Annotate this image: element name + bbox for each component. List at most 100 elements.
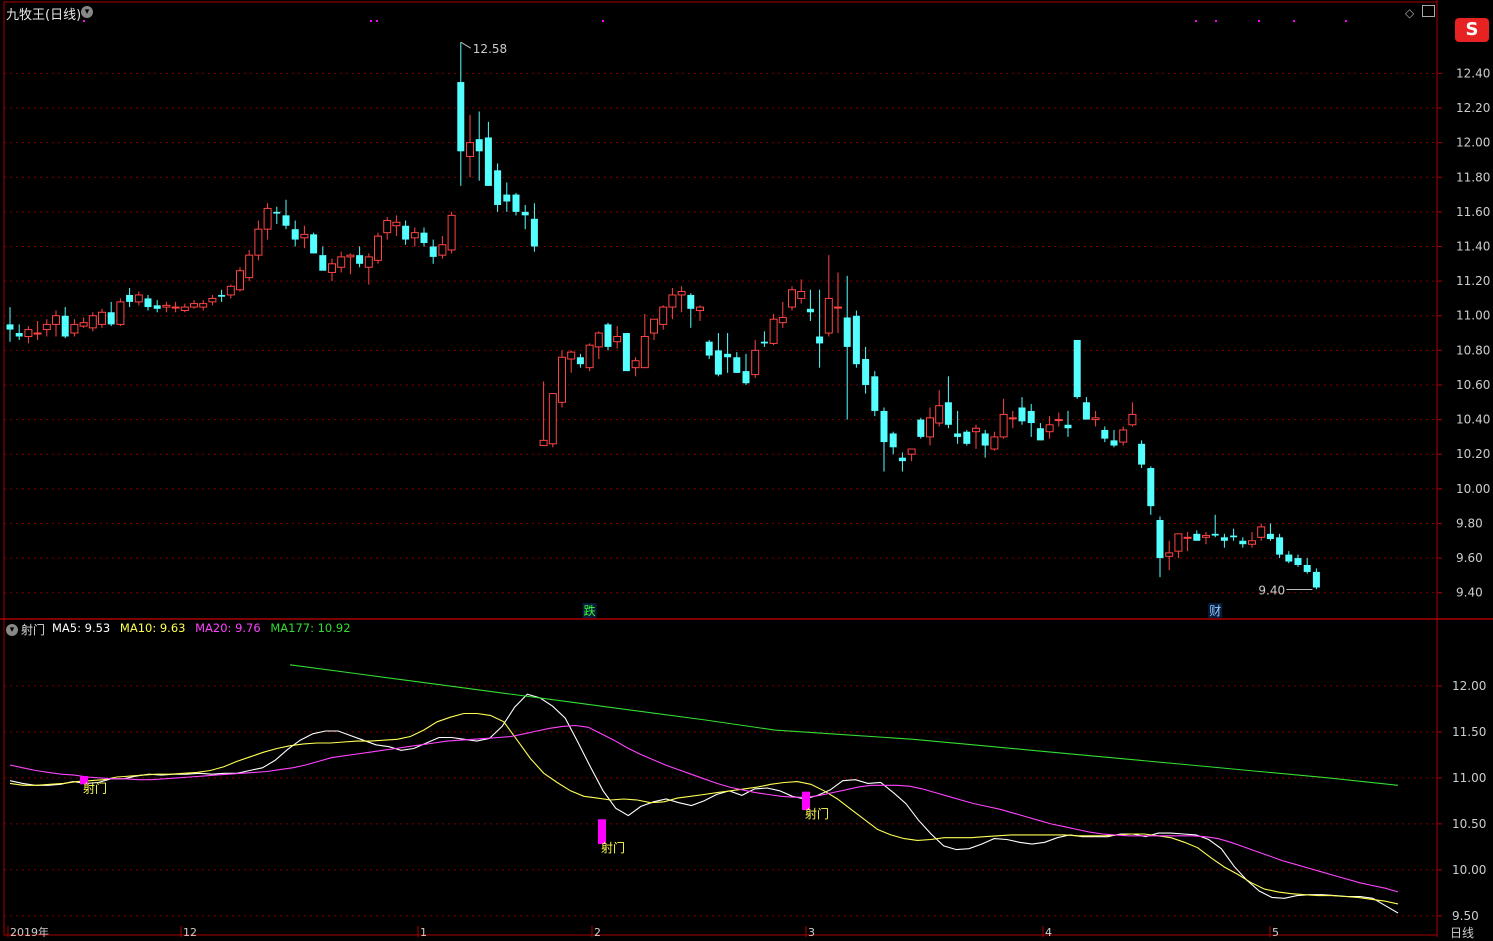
candle <box>116 298 125 327</box>
candle <box>640 314 649 369</box>
signal-label: 射门 <box>601 840 625 855</box>
candle-body <box>1257 526 1266 538</box>
candle <box>402 220 410 245</box>
candle-body <box>1266 533 1274 540</box>
candle-body <box>981 433 989 446</box>
y-tick-label: 10.80 <box>1456 343 1490 357</box>
candle <box>733 352 741 373</box>
candle <box>1054 412 1063 427</box>
candle-body <box>116 301 125 325</box>
candle-body <box>742 371 750 384</box>
y-tick-label: 10.40 <box>1456 413 1490 427</box>
candle-body <box>1211 533 1219 536</box>
high-annotation: 12.58 <box>473 42 507 56</box>
candle-body <box>61 315 69 337</box>
candle-body <box>364 256 373 268</box>
candle <box>364 253 373 285</box>
candle-body <box>79 322 88 327</box>
candle-body <box>797 290 806 299</box>
y-tick-label: 12.00 <box>1456 136 1490 150</box>
candle-body <box>273 211 281 214</box>
candle-body <box>1230 535 1238 538</box>
candle <box>659 305 668 330</box>
chart-svg: 射门射门射门 12.4012.2012.0011.8011.6011.4011.… <box>0 0 1493 939</box>
candle <box>631 357 640 377</box>
candle-body <box>1156 519 1164 559</box>
candle <box>852 310 860 368</box>
candle <box>778 301 787 328</box>
candle-body <box>392 221 401 227</box>
candle-body <box>778 316 787 324</box>
top-marker-dot <box>376 20 378 22</box>
candle <box>724 333 732 373</box>
candle-body <box>622 333 630 372</box>
diamond-icon[interactable]: ◇ <box>1405 6 1414 20</box>
candle <box>457 42 465 186</box>
candle-body <box>659 306 668 325</box>
candle-body <box>33 332 42 335</box>
candle-body <box>1036 428 1044 441</box>
candle <box>1036 423 1044 441</box>
candle <box>319 246 327 271</box>
candle <box>245 249 254 282</box>
y-tick-label: 11.00 <box>1456 309 1490 323</box>
top-marker-dot <box>1345 20 1347 22</box>
candle <box>208 294 217 306</box>
candle-body <box>1018 407 1026 422</box>
candle <box>871 371 879 417</box>
indicator-dropdown-icon[interactable]: ▾ <box>6 624 18 636</box>
candle <box>199 300 208 311</box>
candle-body <box>769 318 778 344</box>
candle-body <box>226 285 235 296</box>
candle <box>1101 426 1109 443</box>
candle-body <box>824 297 833 334</box>
candle <box>1156 516 1164 578</box>
candle <box>310 232 318 254</box>
candle <box>218 289 226 302</box>
candle <box>33 320 42 340</box>
candle-body <box>180 306 189 312</box>
candle-body <box>548 393 557 445</box>
candle-body <box>889 433 897 448</box>
candle <box>328 258 336 282</box>
y-tick-label: 9.50 <box>1452 909 1479 923</box>
y-tick-label: 10.00 <box>1452 863 1486 877</box>
candle-body <box>1119 429 1128 443</box>
candle-body <box>687 294 695 309</box>
y-tick-label: 11.80 <box>1456 170 1490 184</box>
candle-body <box>843 317 851 347</box>
candle <box>1294 554 1302 567</box>
candle-body <box>1312 571 1320 588</box>
low-annotation: 9.40 <box>1258 583 1285 597</box>
candle-body <box>208 297 217 303</box>
window-icon[interactable] <box>1422 5 1435 17</box>
candle-body <box>1174 533 1183 552</box>
legend-ma10: MA10: 9.63 <box>119 621 186 635</box>
candle-body <box>438 244 447 256</box>
candle-body <box>724 353 732 358</box>
candle <box>1303 558 1311 574</box>
candle <box>236 267 244 292</box>
legend-ma20: MA20: 9.76 <box>195 621 261 635</box>
candle <box>1183 532 1192 552</box>
candle <box>134 291 143 306</box>
title-dropdown-icon[interactable]: ▾ <box>81 6 93 18</box>
y-tick-label: 12.40 <box>1456 66 1490 80</box>
candle-body <box>576 357 584 365</box>
candle <box>337 251 346 273</box>
candle-body <box>346 254 355 258</box>
y-tick-label: 11.50 <box>1452 725 1486 739</box>
candle-body <box>963 431 971 444</box>
candle <box>1064 410 1072 437</box>
candle <box>107 301 115 327</box>
candle-body <box>760 341 768 344</box>
candle <box>1008 410 1017 429</box>
candle-body <box>733 357 741 373</box>
timeframe-label: 日线 <box>1450 926 1475 940</box>
brand-s-icon[interactable]: S <box>1455 18 1489 42</box>
candle <box>494 163 502 212</box>
candle <box>650 318 658 340</box>
candle-body <box>42 323 51 331</box>
candle <box>963 429 971 446</box>
x-tick-label: 2019年 <box>10 925 49 937</box>
